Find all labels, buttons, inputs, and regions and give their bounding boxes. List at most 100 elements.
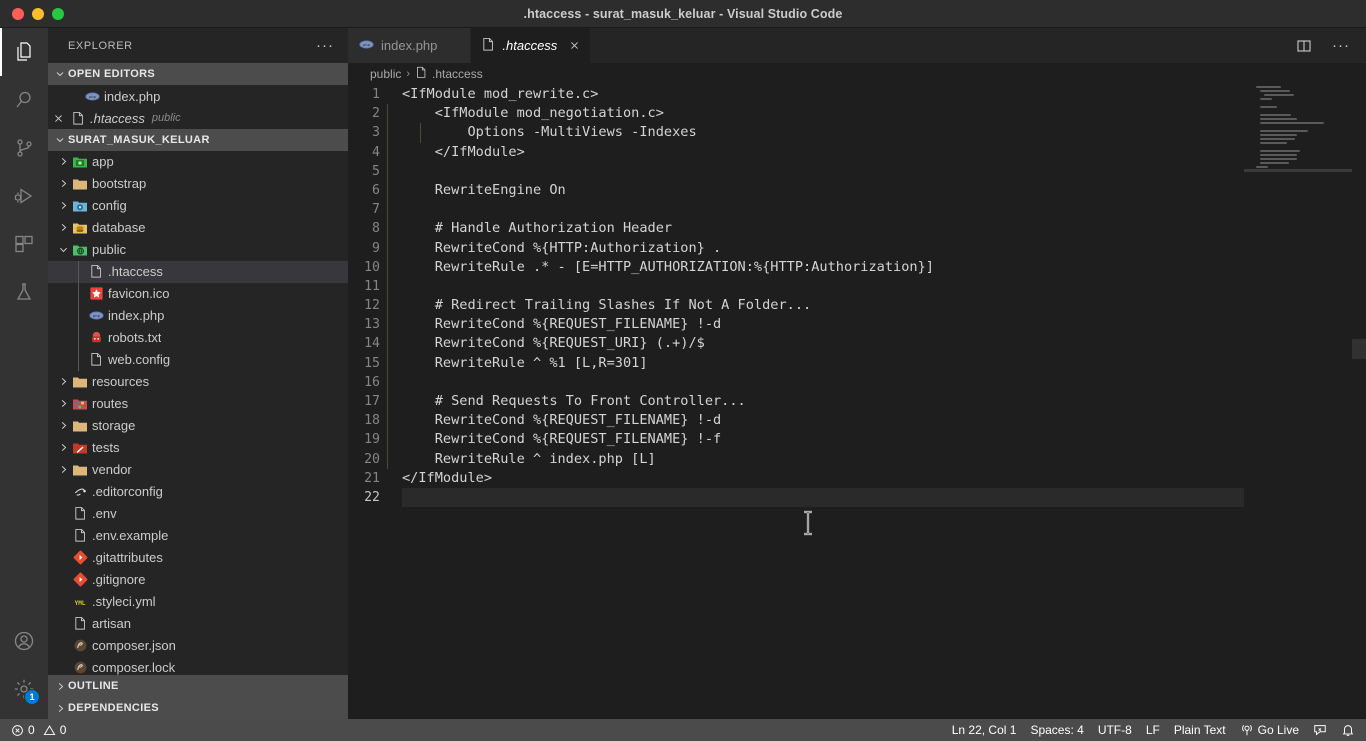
activity-source-control[interactable] [0,124,48,172]
zoom-window-button[interactable] [52,7,64,20]
tree-row-folder[interactable]: database [48,217,348,239]
code-line[interactable]: 10 RewriteRule .* - [E=HTTP_AUTHORIZATIO… [348,257,1366,277]
line-text[interactable]: RewriteRule ^ index.php [L] [387,449,1244,469]
tree-row-file[interactable]: favicon.ico [48,282,348,305]
code-line[interactable]: 8 # Handle Authorization Header [348,219,1366,239]
code-line[interactable]: 16 [348,372,1366,392]
line-text[interactable] [387,161,1244,181]
tree-row-folder[interactable]: public [48,239,348,261]
tab-htaccess[interactable]: .htaccess [471,28,592,63]
code-line[interactable]: 22 [348,487,1366,508]
code-line[interactable]: 14 RewriteCond %{REQUEST_URI} (.+)/$ [348,334,1366,354]
code-line[interactable]: 9 RewriteCond %{HTTP:Authorization} . [348,238,1366,258]
status-eol[interactable]: LF [1139,719,1167,741]
status-notifications[interactable] [1334,719,1362,741]
tree-row-folder[interactable]: app [48,151,348,173]
window-controls[interactable] [0,7,64,20]
code-line[interactable]: 15 RewriteRule ^ %1 [L,R=301] [348,353,1366,373]
tree-row-file[interactable]: .gitignore [48,569,348,591]
tree-row-file[interactable]: .env.example [48,525,348,547]
line-text[interactable]: # Send Requests To Front Controller... [387,392,1244,412]
tree-row-file[interactable]: .editorconfig [48,481,348,503]
code-line[interactable]: 5 [348,161,1366,181]
scrollbar-thumb[interactable] [1352,339,1366,359]
activity-search[interactable] [0,76,48,124]
section-workspace[interactable]: SURAT_MASUK_KELUAR [48,128,348,151]
code-line[interactable]: 20 RewriteRule ^ index.php [L] [348,449,1366,469]
tree-row-file[interactable]: .htaccess [48,260,348,283]
line-text[interactable]: RewriteCond %{REQUEST_FILENAME} !-d [387,315,1244,335]
breadcrumb-item-htaccess[interactable]: .htaccess [415,66,483,82]
code-line[interactable]: 21 </IfModule> [348,469,1366,488]
tree-row-file[interactable]: .gitattributes [48,547,348,569]
line-text[interactable]: <IfModule mod_rewrite.c> [402,85,1244,104]
status-problems[interactable]: 0 0 [4,719,73,741]
tree-row-file[interactable]: .env [48,503,348,525]
code-line[interactable]: 17 # Send Requests To Front Controller..… [348,392,1366,412]
line-text[interactable] [387,200,1244,220]
code-line[interactable]: 12 # Redirect Trailing Slashes If Not A … [348,296,1366,316]
tree-row-folder[interactable]: storage [48,415,348,437]
line-text[interactable]: RewriteRule .* - [E=HTTP_AUTHORIZATION:%… [387,257,1244,277]
line-text[interactable]: RewriteCond %{REQUEST_FILENAME} !-d [387,411,1244,431]
activity-run-and-debug[interactable] [0,172,48,220]
activity-testing[interactable] [0,268,48,316]
open-editor-item[interactable]: php index.php [48,85,348,107]
section-dependencies[interactable]: DEPENDENCIES [48,697,348,719]
tree-row-file[interactable]: web.config [48,348,348,371]
close-tab-icon[interactable] [569,40,580,51]
activity-explorer[interactable] [0,28,48,76]
activity-accounts[interactable] [0,617,48,665]
code-line[interactable]: 3 Options -MultiViews -Indexes [348,123,1366,143]
tree-row-folder[interactable]: tests [48,437,348,459]
status-cursor-position[interactable]: Ln 22, Col 1 [945,719,1024,741]
status-go-live[interactable]: Go Live [1233,719,1306,741]
line-text[interactable]: </IfModule> [402,469,1244,488]
code-line[interactable]: 1 <IfModule mod_rewrite.c> [348,85,1366,104]
status-language-mode[interactable]: Plain Text [1167,719,1233,741]
tab-index-php[interactable]: php index.php [348,28,472,63]
minimize-window-button[interactable] [32,7,44,20]
line-text[interactable]: RewriteCond %{REQUEST_URI} (.+)/$ [387,334,1244,354]
close-window-button[interactable] [12,7,24,20]
tree-row-folder[interactable]: vendor [48,459,348,481]
section-open-editors[interactable]: OPEN EDITORS [48,63,348,85]
line-text[interactable] [387,372,1244,392]
line-text[interactable]: RewriteRule ^ %1 [L,R=301] [387,353,1244,373]
tree-row-file[interactable]: php index.php [48,304,348,327]
tree-row-file[interactable]: composer.lock [48,657,348,675]
activity-extensions[interactable] [0,220,48,268]
section-outline[interactable]: OUTLINE [48,675,348,697]
tree-row-file[interactable]: robots.txt [48,326,348,349]
line-text[interactable]: # Handle Authorization Header [387,219,1244,239]
split-editor-icon[interactable] [1296,38,1312,54]
breadcrumb-item-public[interactable]: public [370,67,401,81]
line-text[interactable]: Options -MultiViews -Indexes [387,123,1244,143]
tree-row-folder[interactable]: config [48,195,348,217]
code-line[interactable]: 13 RewriteCond %{REQUEST_FILENAME} !-d [348,315,1366,335]
code-line[interactable]: 18 RewriteCond %{REQUEST_FILENAME} !-d [348,411,1366,431]
line-text[interactable]: RewriteEngine On [387,180,1244,201]
line-text[interactable] [402,487,1244,508]
explorer-more-actions-icon[interactable]: ··· [310,38,340,53]
status-feedback[interactable] [1306,719,1334,741]
ellipsis-icon[interactable]: ··· [1326,38,1356,53]
code-line[interactable]: 11 [348,276,1366,297]
editor-scrollbar[interactable] [1352,85,1366,719]
line-text[interactable]: <IfModule mod_negotiation.c> [387,104,1244,124]
tree-row-file[interactable]: YML .styleci.yml [48,591,348,613]
activity-settings[interactable]: 1 [0,665,48,713]
code-lines[interactable]: 1 <IfModule mod_rewrite.c> 2 <IfModule mod… [348,85,1366,719]
close-editor-icon[interactable] [48,113,68,124]
status-encoding[interactable]: UTF-8 [1091,719,1139,741]
code-line[interactable]: 2 <IfModule mod_negotiation.c> [348,104,1366,124]
tree-row-folder[interactable]: routes [48,393,348,415]
line-text[interactable]: # Redirect Trailing Slashes If Not A Fol… [387,296,1244,316]
tree-row-file[interactable]: artisan [48,613,348,635]
code-line[interactable]: 4 </IfModule> [348,142,1366,162]
status-indentation[interactable]: Spaces: 4 [1023,719,1090,741]
line-text[interactable]: </IfModule> [387,142,1244,162]
open-editor-item[interactable]: .htaccess public [48,107,348,129]
tree-row-file[interactable]: composer.json [48,635,348,657]
code-line[interactable]: 6 RewriteEngine On [348,180,1366,201]
